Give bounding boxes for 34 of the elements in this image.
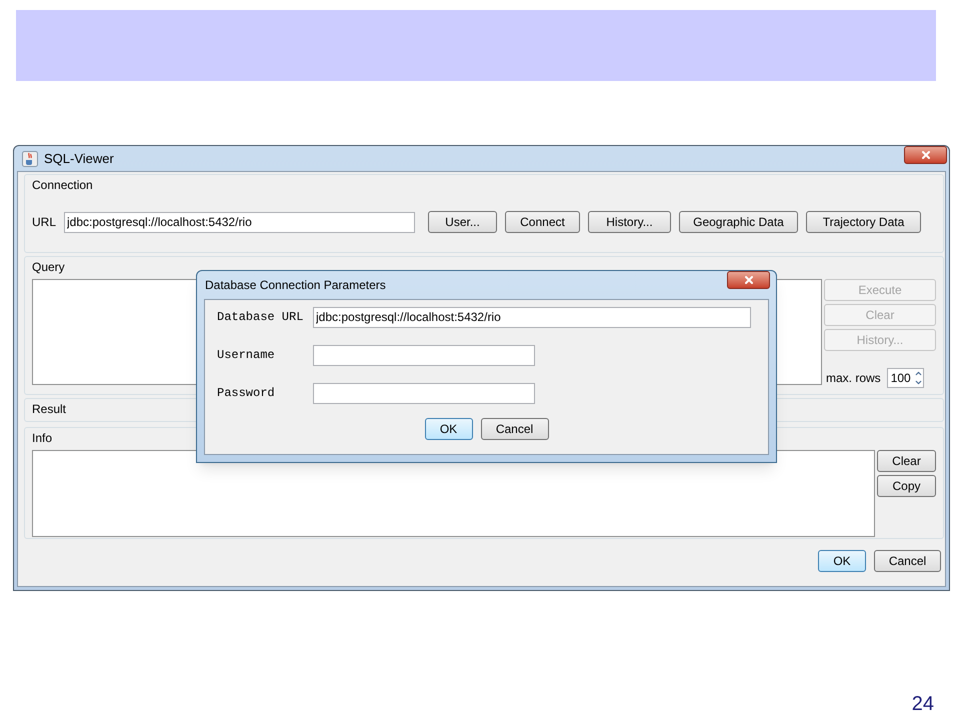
max-rows-spinner[interactable]: 100: [886, 368, 924, 388]
url-label: URL: [32, 214, 58, 231]
group-label: Query: [32, 261, 66, 273]
toolbar-button[interactable]: Connect: [505, 211, 580, 233]
input-field[interactable]: [313, 344, 535, 366]
page-number: 24: [912, 692, 934, 717]
field-label: Username: [217, 347, 276, 364]
close-icon: [920, 148, 932, 160]
dialog-title: Database Connection Parameters: [205, 277, 386, 294]
dialog-button[interactable]: OK: [424, 418, 472, 440]
input-field[interactable]: jdbc:postgresql://localhost:5432/rio: [313, 306, 751, 328]
dialog-button[interactable]: OK: [818, 550, 866, 572]
close-icon: [742, 274, 754, 286]
info-text-area[interactable]: [32, 450, 875, 537]
group-label: Info: [32, 432, 54, 444]
url-field[interactable]: jdbc:postgresql://localhost:5432/rio: [64, 212, 415, 232]
group-label: Result: [32, 403, 66, 415]
info-button[interactable]: Clear: [877, 450, 936, 472]
group-label: Connection: [32, 179, 94, 191]
dialog-button[interactable]: Cancel: [874, 550, 941, 572]
close-button[interactable]: [727, 271, 770, 289]
close-button[interactable]: [904, 146, 947, 164]
input-field[interactable]: [313, 382, 535, 404]
max-rows-label: max. rows: [826, 370, 881, 387]
cup-icon: [22, 150, 38, 166]
toolbar-button[interactable]: User...: [428, 211, 497, 233]
toolbar-button[interactable]: Geographic Data: [679, 211, 798, 233]
toolbar-button[interactable]: Trajectory Data: [806, 211, 921, 233]
toolbar-button[interactable]: History...: [588, 211, 671, 233]
field-label: Database URL: [217, 309, 304, 326]
field-label: Password: [217, 385, 276, 402]
dialog-button[interactable]: Cancel: [480, 418, 548, 440]
window-title: SQL-Viewer: [44, 150, 114, 168]
info-button[interactable]: Copy: [877, 475, 936, 497]
